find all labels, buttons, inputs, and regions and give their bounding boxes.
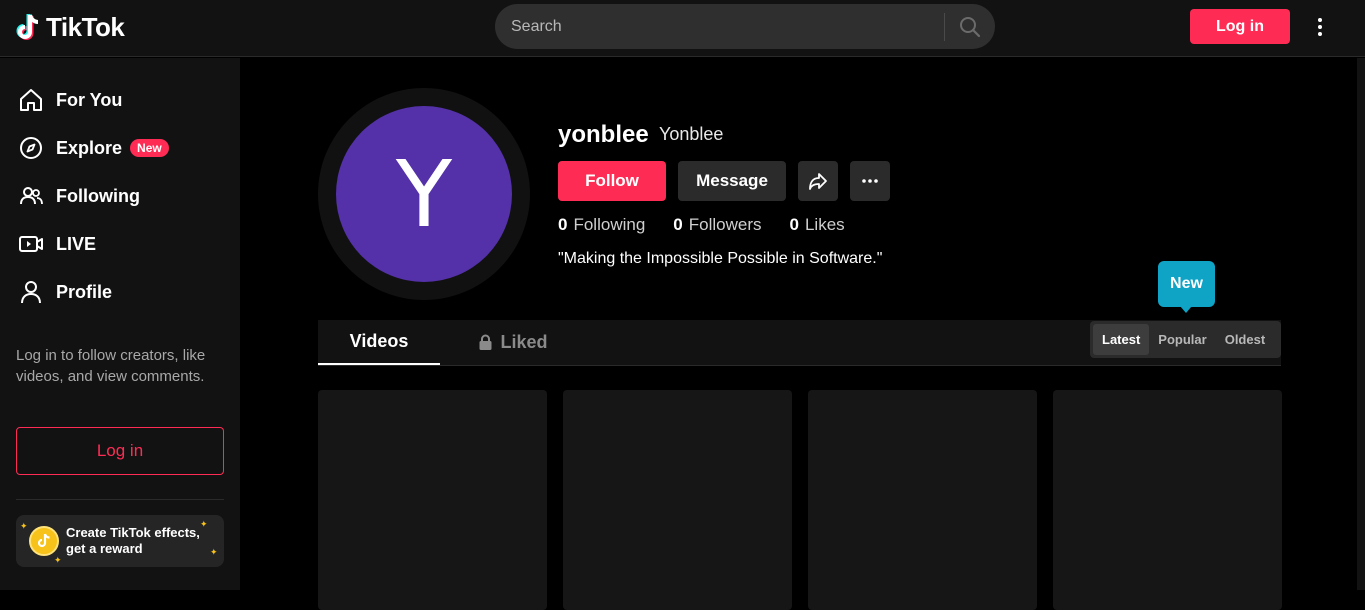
login-prompt-text: Log in to follow creators, like videos, …	[16, 347, 206, 385]
video-card-placeholder[interactable]	[808, 390, 1037, 610]
sidebar-divider	[16, 499, 224, 500]
sidebar-item-label: For You	[56, 89, 123, 110]
login-button[interactable]: Log in	[1190, 9, 1290, 44]
search-icon	[960, 16, 981, 37]
sort-toggle: Latest Popular Oldest	[1090, 321, 1281, 358]
profile-bio: "Making the Impossible Possible in Softw…	[558, 250, 883, 267]
sidebar-item-explore[interactable]: Explore New	[18, 133, 169, 163]
following-label: Following	[573, 215, 646, 234]
followers-count: 0	[673, 215, 683, 234]
video-card-placeholder[interactable]	[318, 390, 547, 610]
video-grid	[318, 390, 1282, 610]
search-button[interactable]	[945, 4, 995, 49]
likes-stat: 0 Likes	[790, 215, 845, 235]
following-count: 0	[558, 215, 568, 234]
more-options-icon[interactable]	[1309, 13, 1331, 41]
live-icon	[19, 236, 43, 252]
effects-line-2: get a reward	[66, 541, 143, 556]
followers-label: Followers	[688, 215, 762, 234]
person-icon	[21, 281, 41, 304]
sidebar-item-profile[interactable]: Profile	[18, 277, 112, 307]
profile-more-button[interactable]	[850, 161, 890, 201]
home-icon	[20, 89, 42, 111]
sidebar-item-label: LIVE	[56, 233, 97, 254]
tab-liked-label: Liked	[500, 332, 548, 352]
sparkle-icon: ✦	[54, 555, 62, 565]
tab-videos[interactable]: Videos	[318, 320, 440, 365]
sparkle-icon: ✦	[200, 519, 208, 529]
sidebar-item-for-you[interactable]: For You	[18, 85, 122, 115]
video-card-placeholder[interactable]	[1053, 390, 1282, 610]
following-stat[interactable]: 0 Following	[558, 215, 645, 235]
coin-icon	[29, 526, 59, 556]
profile-nickname: Yonblee	[659, 124, 724, 144]
sidebar-item-label: Following	[56, 185, 140, 206]
top-bar: TikTok Log in	[0, 0, 1365, 57]
sidebar: For You Explore New Following LIVE Profi…	[0, 58, 240, 590]
sort-latest[interactable]: Latest	[1093, 324, 1150, 355]
sidebar-item-label: Profile	[56, 281, 113, 302]
ellipsis-icon	[862, 179, 878, 183]
follow-button[interactable]: Follow	[558, 161, 666, 201]
new-feature-tooltip: New	[1158, 261, 1215, 313]
tiktok-logo[interactable]: TikTok	[16, 12, 125, 43]
tab-liked[interactable]: Liked	[458, 320, 568, 365]
page-scrollbar[interactable]	[1357, 58, 1365, 590]
sparkle-icon: ✦	[210, 547, 218, 557]
search-bar	[495, 4, 995, 49]
lock-icon	[479, 334, 492, 350]
profile-username: yonblee	[558, 121, 649, 148]
message-button[interactable]: Message	[678, 161, 786, 201]
sidebar-item-following[interactable]: Following	[18, 181, 140, 211]
create-effects-banner[interactable]: ✦ ✦ ✦ ✦ Create TikTok effects, get a rew…	[16, 515, 224, 567]
sidebar-login-button[interactable]: Log in	[16, 427, 224, 475]
search-input[interactable]	[495, 17, 944, 36]
logo-text: TikTok	[46, 12, 125, 42]
followers-stat[interactable]: 0 Followers	[673, 215, 761, 235]
likes-count: 0	[789, 215, 799, 234]
sort-popular[interactable]: Popular	[1149, 324, 1215, 355]
sparkle-icon: ✦	[20, 521, 28, 531]
content-tabs: Videos Liked Latest Popular Oldest	[318, 320, 1281, 366]
share-button[interactable]	[798, 161, 838, 201]
share-icon	[809, 173, 827, 190]
video-card-placeholder[interactable]	[563, 390, 792, 610]
sidebar-item-live[interactable]: LIVE	[18, 229, 96, 259]
avatar: Y	[336, 106, 512, 282]
likes-label: Likes	[804, 215, 845, 234]
effects-line-1: Create TikTok effects,	[66, 525, 200, 540]
profile-stats: 0 Following 0 Followers 0 Likes	[558, 215, 845, 235]
effects-text: Create TikTok effects, get a reward	[66, 525, 200, 557]
tiktok-note-icon	[16, 13, 39, 40]
sort-oldest[interactable]: Oldest	[1216, 324, 1274, 355]
compass-icon	[20, 137, 42, 159]
sidebar-item-label: Explore	[56, 137, 123, 158]
users-icon	[20, 187, 43, 205]
new-badge: New	[130, 139, 169, 157]
